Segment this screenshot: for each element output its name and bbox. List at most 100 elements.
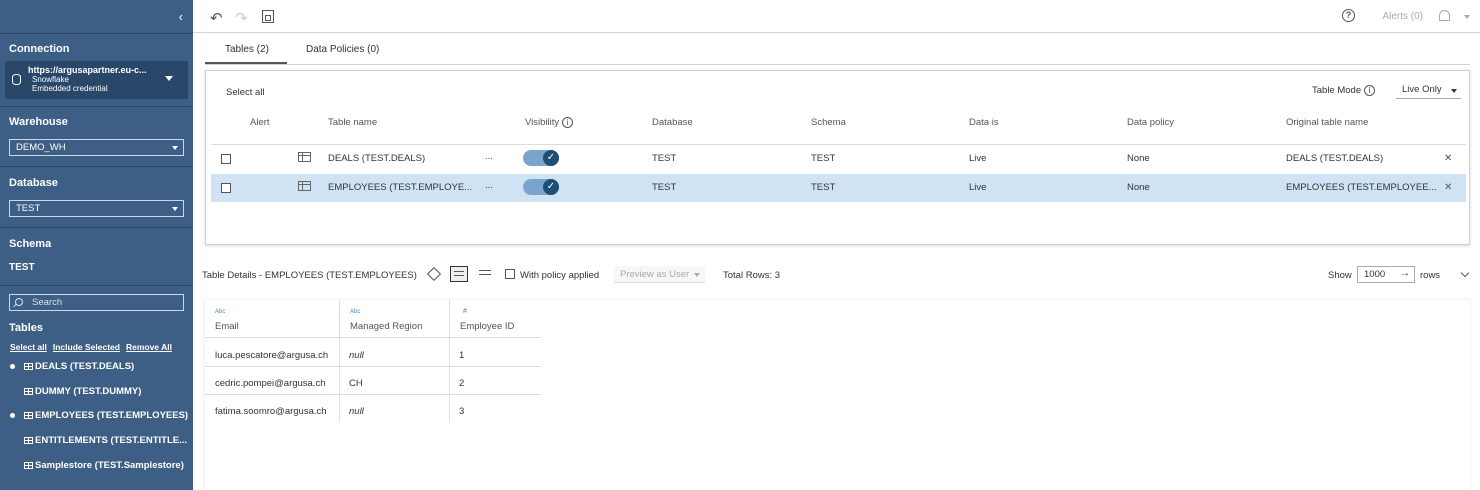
grid-cell: 2 bbox=[459, 378, 465, 389]
more-options-icon[interactable]: ... bbox=[485, 180, 493, 191]
sidebar-table-label: ENTITLEMENTS (TEST.ENTITLE... bbox=[35, 435, 187, 446]
with-policy-checkbox[interactable] bbox=[505, 269, 515, 279]
grid-cell: luca.pescatore@argusa.ch bbox=[215, 350, 329, 361]
grid-cell: 3 bbox=[459, 406, 465, 417]
rows-input[interactable]: 1000 → bbox=[1357, 266, 1415, 283]
grid-cell: CH bbox=[349, 378, 363, 389]
number-type-icon: # bbox=[463, 308, 467, 315]
original-table-name-cell: DEALS (TEST.DEALS) bbox=[1286, 153, 1384, 164]
divider bbox=[205, 64, 1470, 65]
original-table-name-cell: EMPLOYEES (TEST.EMPLOYEE... bbox=[1286, 182, 1437, 193]
table-actions: Select all Include Selected Remove All bbox=[10, 342, 178, 352]
table-mode-text: Table Mode bbox=[1312, 85, 1362, 97]
grid-col-managed-region[interactable]: Abc Managed Region bbox=[340, 300, 450, 338]
connection-selector[interactable]: https://argusapartner.eu-c... Snowflake … bbox=[5, 61, 188, 99]
bell-icon[interactable] bbox=[1439, 10, 1450, 21]
col-table-name[interactable]: Table name bbox=[328, 117, 377, 128]
show-label: Show bbox=[1328, 270, 1352, 281]
select-all-link[interactable]: Select all bbox=[10, 342, 47, 352]
data-policy-cell: None bbox=[1127, 182, 1150, 193]
tag-icon[interactable] bbox=[426, 266, 442, 282]
divider bbox=[0, 285, 193, 286]
included-dot-icon bbox=[10, 413, 15, 418]
info-icon[interactable]: i bbox=[562, 117, 574, 128]
preview-as-user-label: Preview as User bbox=[620, 269, 690, 280]
col-original-table-name[interactable]: Original table name bbox=[1286, 117, 1368, 128]
undo-icon[interactable]: ↶ bbox=[210, 9, 223, 27]
schema-cell: TEST bbox=[811, 153, 836, 164]
col-data-is[interactable]: Data is bbox=[969, 117, 999, 128]
table-search-input[interactable]: Search bbox=[9, 294, 184, 311]
data-policy-cell: None bbox=[1127, 153, 1150, 164]
tab-tables[interactable]: Tables (2) bbox=[225, 44, 269, 55]
connection-credential: Embedded credential bbox=[32, 84, 108, 93]
col-visibility[interactable]: Visibility i bbox=[525, 117, 574, 128]
help-icon[interactable]: ? bbox=[1342, 9, 1355, 22]
table-mode-label: Table Mode i bbox=[1312, 85, 1376, 97]
database-cell: TEST bbox=[652, 182, 677, 193]
col-data-policy[interactable]: Data policy bbox=[1127, 117, 1174, 128]
grid-col-label: Email bbox=[215, 321, 239, 332]
preview-as-user-select[interactable]: Preview as User bbox=[614, 266, 705, 283]
divider bbox=[211, 144, 1466, 145]
row-checkbox[interactable] bbox=[221, 154, 231, 164]
sidebar-table-label: Samplestore (TEST.Samplestore) bbox=[35, 460, 184, 471]
arrow-right-icon[interactable]: → bbox=[1400, 268, 1410, 279]
table-name-cell: EMPLOYEES (TEST.EMPLOYE... bbox=[328, 182, 473, 193]
info-icon[interactable]: i bbox=[1364, 85, 1376, 96]
include-selected-link[interactable]: Include Selected bbox=[53, 342, 120, 352]
table-icon bbox=[24, 388, 33, 395]
schema-view-icon[interactable] bbox=[476, 266, 494, 282]
visibility-toggle[interactable]: ✓ bbox=[523, 150, 559, 166]
table-name-cell: DEALS (TEST.DEALS) bbox=[328, 153, 426, 164]
check-icon: ✓ bbox=[543, 179, 559, 195]
row-checkbox[interactable] bbox=[221, 183, 231, 193]
visibility-toggle[interactable]: ✓ bbox=[523, 179, 559, 195]
divider bbox=[205, 394, 541, 395]
divider bbox=[449, 338, 450, 422]
collapse-sidebar-icon[interactable]: ‹ bbox=[179, 9, 183, 24]
grid-cell: null bbox=[349, 406, 364, 417]
database-select[interactable]: TEST bbox=[9, 200, 184, 217]
sidebar-table-label: DUMMY (TEST.DUMMY) bbox=[35, 386, 142, 397]
tables-heading: Tables bbox=[9, 322, 44, 334]
table-icon bbox=[298, 181, 311, 191]
sidebar: ‹ Connection https://argusapartner.eu-c.… bbox=[0, 0, 193, 490]
grid-col-employee-id[interactable]: # Employee ID bbox=[450, 300, 541, 338]
table-icon bbox=[298, 152, 311, 162]
close-icon[interactable]: ✕ bbox=[1444, 153, 1452, 164]
database-icon bbox=[12, 74, 21, 85]
grid-view-icon[interactable] bbox=[450, 266, 468, 282]
table-mode-select[interactable]: Live Only bbox=[1396, 81, 1461, 99]
database-cell: TEST bbox=[652, 153, 677, 164]
data-is-cell: Live bbox=[969, 182, 987, 193]
grid-col-email[interactable]: Abc Email bbox=[205, 300, 340, 338]
sidebar-table-label: DEALS (TEST.DEALS) bbox=[35, 361, 135, 372]
save-icon[interactable] bbox=[262, 10, 274, 23]
grid-col-label: Managed Region bbox=[350, 321, 423, 332]
included-dot-icon bbox=[10, 364, 15, 369]
chevron-down-icon bbox=[1451, 89, 1457, 93]
chevron-down-icon[interactable] bbox=[1460, 268, 1470, 278]
grid-cell: null bbox=[349, 350, 364, 361]
remove-all-link[interactable]: Remove All bbox=[126, 342, 172, 352]
redo-icon[interactable]: ↷ bbox=[235, 9, 248, 27]
warehouse-value: DEMO_WH bbox=[16, 142, 66, 153]
col-database[interactable]: Database bbox=[652, 117, 693, 128]
divider bbox=[0, 227, 193, 228]
alerts-label[interactable]: Alerts (0) bbox=[1382, 11, 1423, 22]
table-mode-value: Live Only bbox=[1402, 84, 1442, 95]
more-options-icon[interactable]: ... bbox=[485, 151, 493, 162]
col-schema[interactable]: Schema bbox=[811, 117, 846, 128]
connection-type: Snowflake bbox=[32, 75, 69, 84]
tab-data-policies[interactable]: Data Policies (0) bbox=[306, 44, 379, 55]
select-all-button[interactable]: Select all bbox=[226, 87, 265, 98]
with-policy-label: With policy applied bbox=[520, 270, 600, 281]
schema-value: TEST bbox=[9, 262, 35, 273]
rows-label: rows bbox=[1420, 270, 1441, 281]
chevron-down-icon bbox=[172, 146, 178, 150]
chevron-down-icon[interactable] bbox=[1464, 15, 1470, 19]
grid-col-label: Employee ID bbox=[460, 321, 515, 332]
close-icon[interactable]: ✕ bbox=[1444, 182, 1452, 193]
warehouse-select[interactable]: DEMO_WH bbox=[9, 139, 184, 156]
